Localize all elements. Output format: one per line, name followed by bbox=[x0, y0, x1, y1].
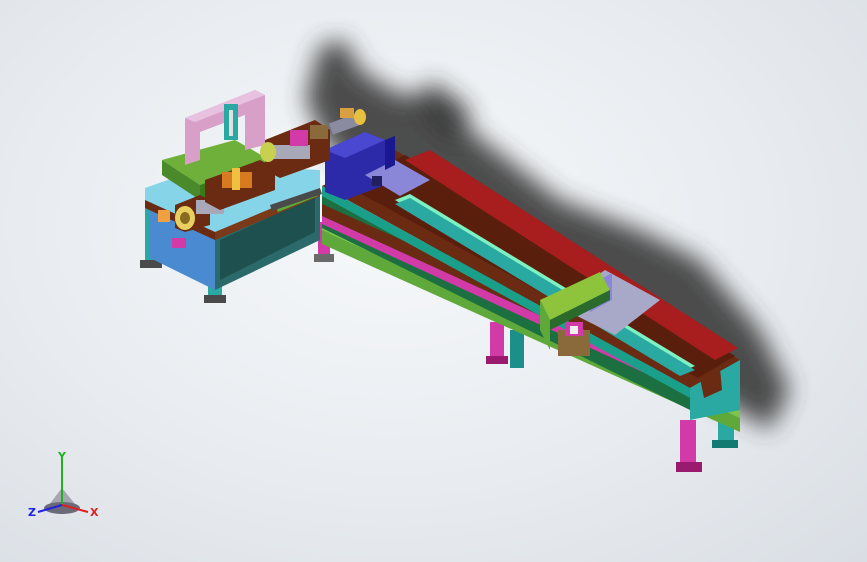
triad-y-label: Y bbox=[57, 450, 67, 463]
cad-viewport[interactable]: Y X Z bbox=[0, 0, 867, 562]
assembly-model[interactable]: Y X Z bbox=[0, 0, 867, 562]
axis-triad: Y X Z bbox=[28, 450, 99, 519]
triad-x-label: X bbox=[90, 506, 99, 519]
bed-leg-3 bbox=[510, 330, 524, 368]
spindle-motor-right bbox=[260, 120, 330, 178]
triad-z-label: Z bbox=[28, 506, 36, 519]
